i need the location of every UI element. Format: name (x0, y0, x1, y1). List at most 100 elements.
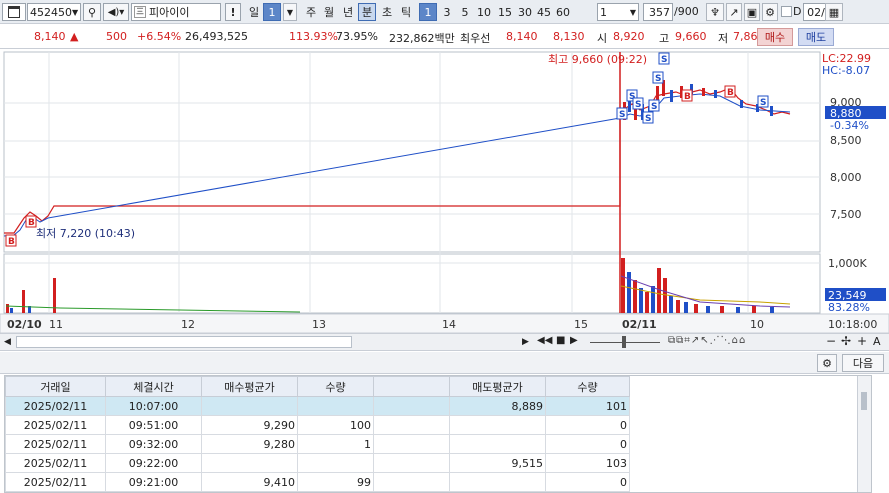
zoom-in-icon[interactable]: + (857, 334, 867, 348)
stop-icon[interactable]: ■ (556, 335, 565, 346)
buy-signal-marker: B (724, 85, 736, 98)
svg-text:B: B (727, 88, 734, 98)
sell-button[interactable]: 매도 (798, 28, 834, 46)
col-date[interactable]: 거래일 (5, 376, 106, 397)
turnover: 73.95% (336, 30, 378, 43)
table-row[interactable]: 2025/02/11 09:22:00 9,515 103 (5, 453, 630, 473)
interval-30[interactable]: 30 (515, 3, 535, 21)
period-month[interactable]: 월 (320, 3, 338, 21)
table-header-row: 거래일 체결시간 매수평균가 수량 매도평균가 수량 (5, 376, 630, 397)
col-buy-avg[interactable]: 매수평균가 (201, 376, 298, 397)
gear-icon[interactable]: ⚙ (817, 354, 837, 372)
save-icon[interactable]: ▣ (744, 3, 760, 21)
x-label: 11 (49, 318, 63, 331)
svg-text:S: S (619, 110, 625, 120)
count-input[interactable]: 357 (643, 3, 673, 21)
draw-tools-icon[interactable]: ⧉⧉⌗↗↖⋰⋱⌂⌂ (668, 335, 746, 346)
interval-3[interactable]: 3 (439, 3, 455, 21)
buy-signal-marker: B (5, 234, 17, 247)
period-day[interactable]: 일 (245, 3, 263, 21)
table-scroll-thumb[interactable] (861, 392, 867, 410)
play-icon[interactable]: ▶ (570, 335, 578, 346)
chart-scroll-bar: ◀ ▶ ◀◀ ■ ▶ ⧉⧉⌗↗↖⋰⋱⌂⌂ − ✢ + A (0, 333, 889, 351)
table-row[interactable]: 2025/02/11 09:21:00 9,410 99 0 (5, 472, 630, 492)
search-icon[interactable]: ⚲ (83, 3, 101, 21)
price-tick: 8,000 (830, 171, 862, 184)
sell-signal-marker: S (642, 111, 654, 124)
interval-10[interactable]: 10 (474, 3, 494, 21)
scroll-right-icon[interactable]: ▶ (522, 337, 529, 347)
interval-input[interactable]: 1 ▼ (597, 3, 639, 21)
sell-signal-marker: S (632, 97, 644, 110)
interval-60[interactable]: 60 (553, 3, 573, 21)
auto-icon[interactable]: A (873, 335, 881, 348)
draw-tool-icon[interactable]: ↗ (726, 3, 742, 21)
sell-signal-marker: S (652, 71, 664, 84)
interval-1[interactable]: 1 (419, 3, 437, 21)
alert-icon[interactable]: ! (225, 3, 241, 21)
period-minute[interactable]: 분 (358, 3, 376, 21)
period-week[interactable]: 주 (302, 3, 320, 21)
calendar-icon[interactable]: ▦ (825, 3, 843, 21)
svg-text:S: S (635, 100, 641, 110)
x-label: 02/11 (622, 318, 657, 331)
volume: 26,493,525 (185, 30, 248, 43)
change-value: 500 (106, 30, 127, 43)
x-label: 10 (750, 318, 764, 331)
next-button[interactable]: 다음 (842, 354, 884, 372)
svg-text:S: S (760, 98, 766, 108)
low-label: 저 (718, 32, 729, 45)
d-label: D (793, 5, 802, 18)
table-row[interactable]: 2025/02/11 10:07:00 8,889 101 (5, 396, 630, 416)
hc-label: HC:-8.07 (822, 64, 870, 77)
table-row[interactable]: 2025/02/11 09:51:00 9,290 100 0 (5, 415, 630, 435)
chart-menu-icon[interactable] (2, 3, 26, 21)
zoom-out-icon[interactable]: − (826, 334, 836, 348)
x-label: 02/10 (7, 318, 42, 331)
change-pct: +6.54% (137, 30, 182, 43)
x-label: 13 (312, 318, 326, 331)
table-scrollbar[interactable] (857, 376, 871, 492)
period-day-count[interactable]: 1 (263, 3, 281, 21)
x-label: 14 (442, 318, 456, 331)
col-sell-qty[interactable]: 수량 (545, 376, 630, 397)
period-tick[interactable]: 틱 (397, 3, 415, 21)
svg-text:B: B (684, 92, 691, 102)
stock-name-field[interactable]: 三 피아이이 (131, 3, 221, 21)
svg-text:B: B (28, 218, 35, 228)
zoom-slider-thumb[interactable] (622, 336, 626, 348)
move-icon[interactable]: ✢ (841, 334, 851, 348)
price-tick: 8,500 (830, 134, 862, 147)
stock-code-input[interactable]: 452450 ▼ (27, 3, 81, 21)
settings-icon[interactable]: ⚙ (762, 3, 778, 21)
scroll-track[interactable] (16, 336, 352, 348)
interval-45[interactable]: 45 (534, 3, 554, 21)
rewind-icon[interactable]: ◀◀ (537, 335, 552, 346)
buy-button[interactable]: 매수 (757, 28, 793, 46)
interval-5[interactable]: 5 (457, 3, 473, 21)
col-time[interactable]: 체결시간 (105, 376, 202, 397)
col-sell-avg[interactable]: 매도평균가 (449, 376, 546, 397)
high-price: 9,660 (675, 30, 707, 43)
open-price: 8,920 (613, 30, 645, 43)
price-info-bar: 8,140 ▲ 500 +6.54% 26,493,525 113.93% 73… (0, 25, 889, 49)
svg-text:S: S (645, 114, 651, 124)
interval-15[interactable]: 15 (495, 3, 515, 21)
period-dropdown[interactable]: ▼ (283, 3, 297, 21)
period-second[interactable]: 초 (378, 3, 396, 21)
trade-table: 거래일 체결시간 매수평균가 수량 매도평균가 수량 2025/02/11 10… (4, 375, 872, 493)
scroll-left-icon[interactable]: ◀ (4, 337, 11, 347)
svg-text:S: S (651, 102, 657, 112)
sell-signal-marker: S (658, 52, 670, 65)
x-label: 15 (574, 318, 588, 331)
current-price: 8,140 (34, 30, 66, 43)
trade-amount: 232,862백만 (389, 32, 455, 45)
sound-icon[interactable]: ◀)▾ (103, 3, 129, 21)
candle-tool-icon[interactable]: ♆ (706, 3, 724, 21)
d-checkbox[interactable] (781, 6, 792, 17)
period-year[interactable]: 년 (339, 3, 357, 21)
col-buy-qty[interactable]: 수량 (297, 376, 374, 397)
table-row[interactable]: 2025/02/11 09:32:00 9,280 1 0 (5, 434, 630, 454)
up-arrow-icon: ▲ (70, 30, 79, 43)
stock-chart[interactable]: B B S S S S S S S B B S 최고 9,660 (09:22)… (0, 50, 889, 333)
